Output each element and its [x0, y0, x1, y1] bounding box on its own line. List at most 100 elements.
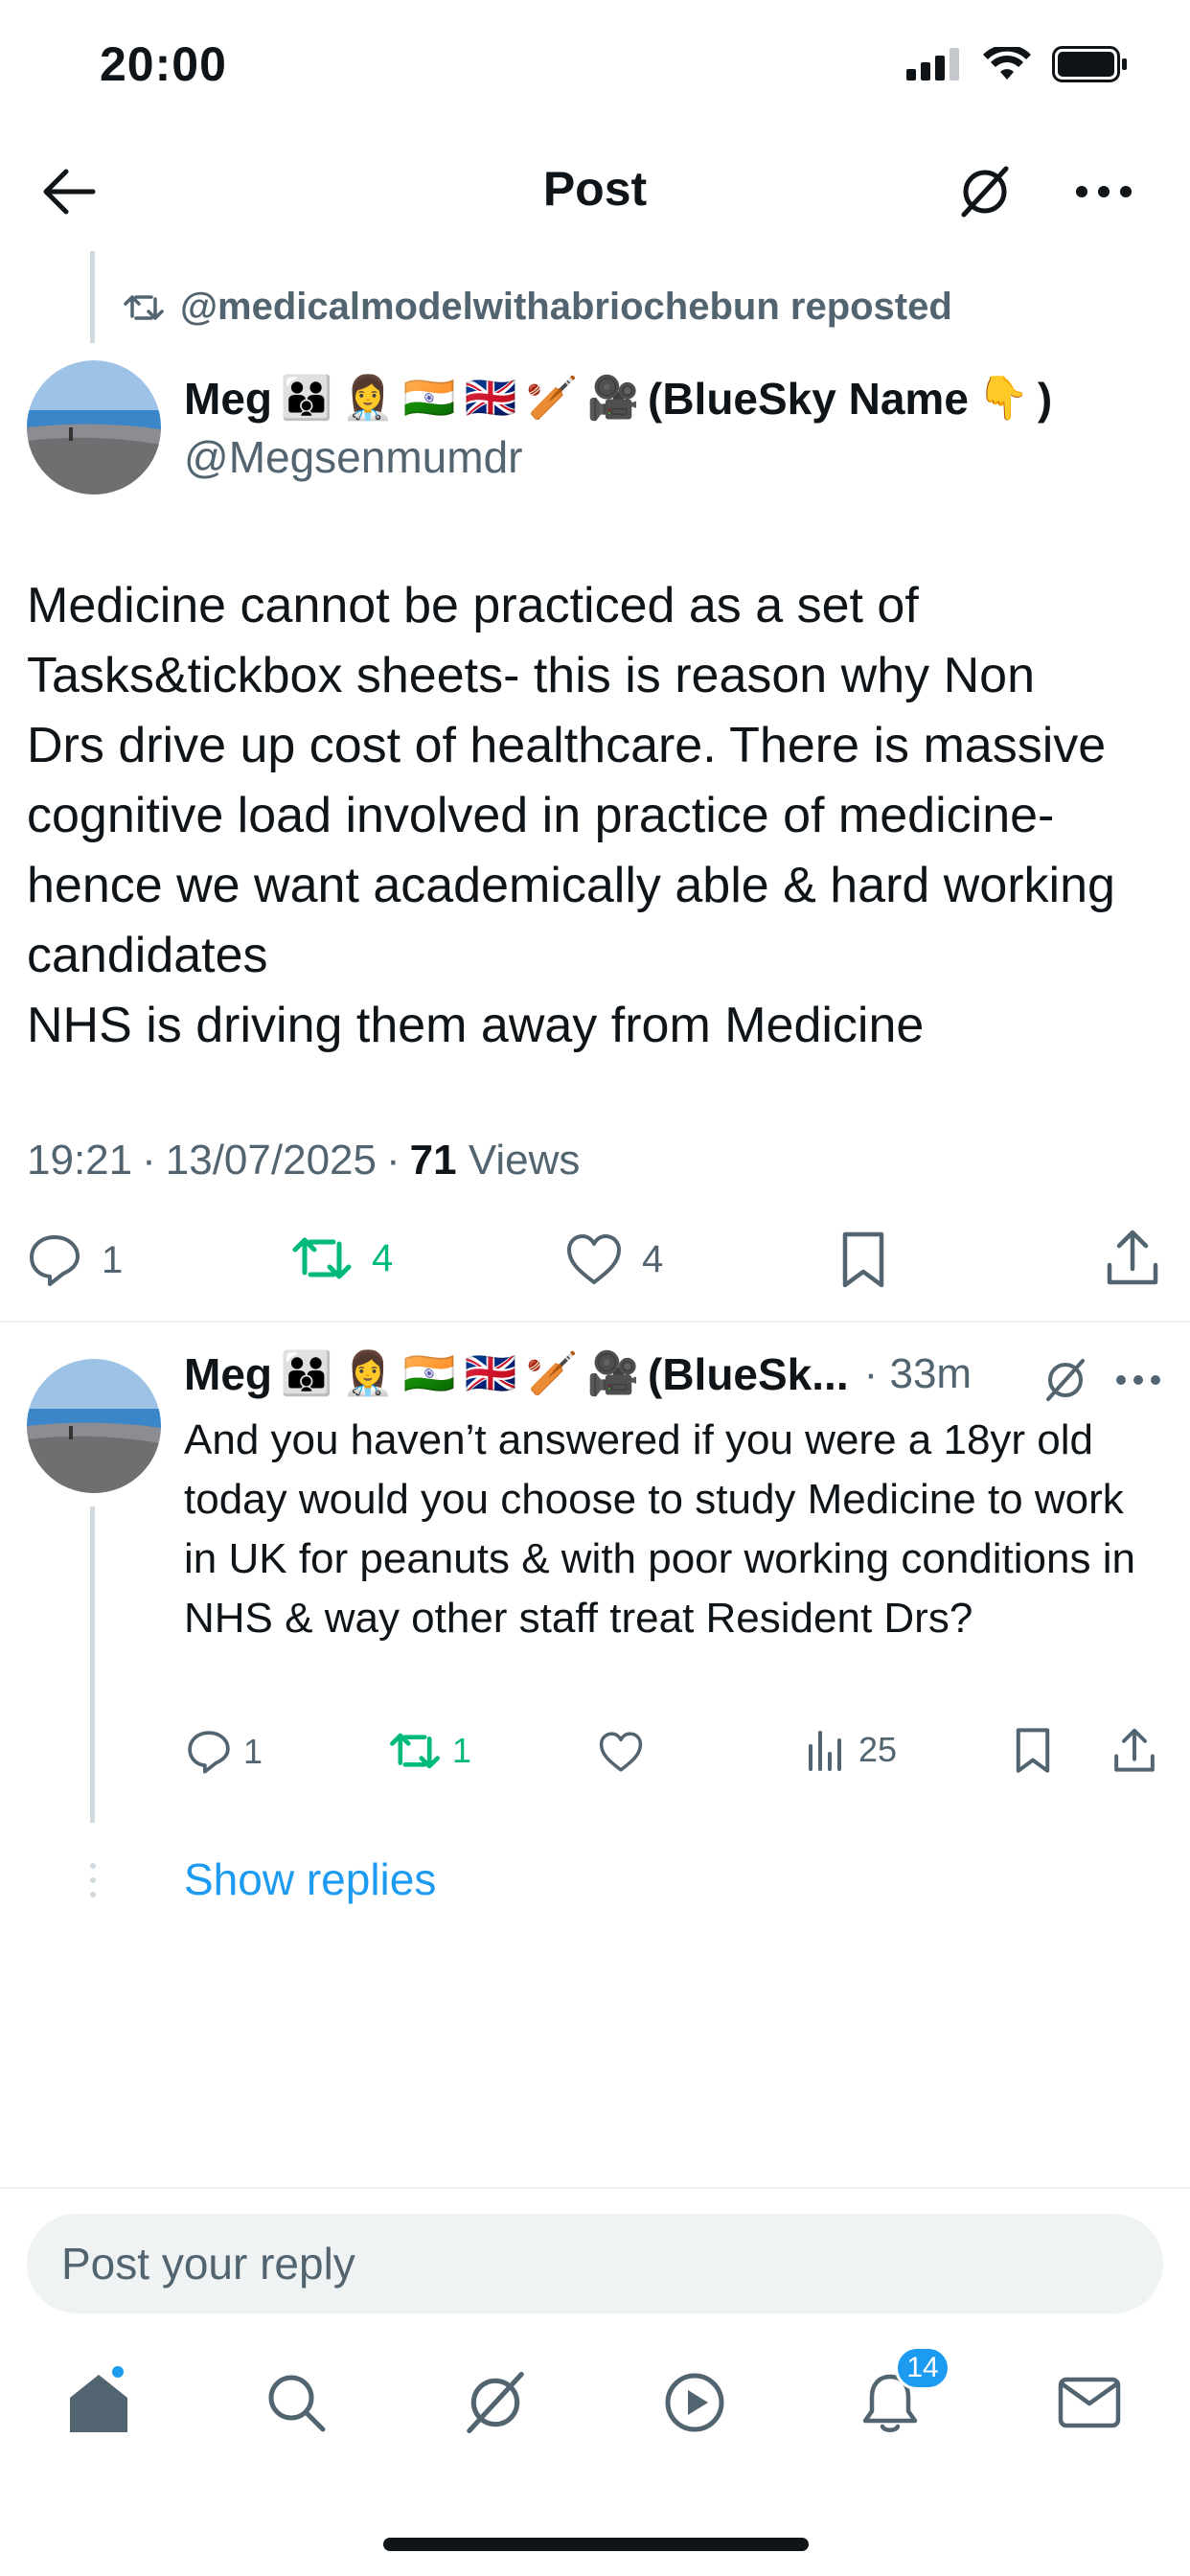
repost-label: @medicalmodelwithabriochebun reposted	[180, 286, 952, 328]
reply-author-truncated: (BlueSk...	[648, 1349, 849, 1399]
repost-icon	[124, 294, 164, 320]
reply-like-button[interactable]	[598, 1731, 655, 1773]
reply-avatar[interactable]	[27, 1359, 161, 1493]
nav-messages[interactable]	[1046, 2359, 1133, 2446]
author-name: Meg	[184, 374, 272, 424]
heart-icon	[567, 1234, 621, 1284]
post-author-name[interactable]: Meg 👪 👩‍⚕️ 🇮🇳 🇬🇧 🏏 🎥 (BlueSky Name 👇 )	[184, 372, 1052, 426]
post-actions: 1 4 4	[0, 1227, 1190, 1300]
share-icon	[1114, 1728, 1155, 1772]
movie-camera-emoji-icon: 🎥	[586, 1350, 640, 1397]
repost-button[interactable]: 4	[291, 1232, 393, 1284]
cellular-signal-icon	[906, 48, 959, 80]
repost-icon	[292, 1237, 352, 1279]
status-bar: 20:00	[0, 0, 1190, 134]
share-button[interactable]	[1106, 1229, 1159, 1288]
like-count: 4	[642, 1237, 664, 1280]
bottom-nav: 14	[0, 2338, 1190, 2472]
grok-icon	[961, 166, 1009, 218]
post-date: 13/07/2025	[165, 1137, 377, 1184]
bookmark-button[interactable]	[839, 1230, 887, 1290]
reply-grok-button[interactable]	[1041, 1355, 1090, 1405]
home-indicator	[383, 2538, 809, 2551]
author-name-suffix: (BlueSky Name	[648, 374, 969, 424]
home-icon	[70, 2375, 127, 2432]
india-flag-icon: 🇮🇳	[402, 1350, 456, 1397]
status-icons	[906, 46, 1129, 82]
nav-grok[interactable]	[452, 2359, 538, 2446]
grok-icon	[1046, 1359, 1085, 1401]
reply-bookmark-button[interactable]	[1014, 1727, 1052, 1775]
grok-icon	[467, 2371, 524, 2434]
reply-author-name: Meg	[184, 1349, 272, 1399]
reply-header[interactable]: Meg 👪 👩‍⚕️ 🇮🇳 🇬🇧 🏏 🎥 (BlueSk... · 33m	[184, 1347, 972, 1401]
mail-icon	[1058, 2377, 1121, 2428]
status-time: 20:00	[100, 37, 227, 91]
reply-views-button[interactable]: 25	[807, 1729, 897, 1771]
share-icon	[1107, 1230, 1158, 1285]
pointing-down-emoji-icon: 👇	[976, 375, 1030, 422]
views-count: 71	[409, 1137, 457, 1184]
author-handle[interactable]: @Megsenmumdr	[184, 431, 522, 483]
more-options-button[interactable]	[1071, 159, 1136, 224]
divider	[0, 1321, 1190, 1322]
heart-icon	[599, 1732, 643, 1772]
wifi-icon	[983, 47, 1031, 80]
uk-flag-icon: 🇬🇧	[464, 1350, 517, 1397]
reply-more-button[interactable]	[1111, 1355, 1165, 1405]
movie-camera-emoji-icon: 🎥	[586, 375, 640, 422]
doctor-emoji-icon: 👩‍⚕️	[341, 375, 395, 422]
divider	[0, 2187, 1190, 2189]
post-views[interactable]: 71 Views	[410, 1137, 581, 1184]
india-flag-icon: 🇮🇳	[402, 375, 456, 422]
play-circle-icon	[665, 2373, 724, 2432]
nav-notifications[interactable]: 14	[847, 2346, 950, 2446]
search-icon	[268, 2375, 326, 2432]
grok-button[interactable]	[952, 159, 1018, 224]
battery-icon	[1052, 46, 1127, 82]
nav-search[interactable]	[253, 2359, 339, 2446]
beach-avatar-image	[27, 360, 161, 494]
views-label: Views	[468, 1137, 581, 1184]
family-emoji-icon: 👪	[280, 375, 333, 422]
doctor-emoji-icon: 👩‍⚕️	[341, 1350, 395, 1397]
reply-actions: 1 1 25	[0, 1725, 1190, 1786]
reply-repost-count: 1	[452, 1731, 472, 1770]
author-name-suffix-end: )	[1037, 374, 1053, 424]
cricket-emoji-icon: 🏏	[525, 375, 579, 422]
top-bar: Post	[0, 134, 1190, 249]
reply-views-count: 25	[858, 1730, 898, 1769]
reply-text: And you haven’t answered if you were a 1…	[184, 1416, 1135, 1642]
post-time: 19:21	[27, 1137, 133, 1184]
reply-time: · 33m	[863, 1350, 973, 1397]
thread-line	[90, 251, 95, 343]
reply-share-button[interactable]	[1113, 1727, 1156, 1775]
reply-icon	[30, 1235, 80, 1286]
beach-avatar-image	[27, 1359, 161, 1493]
analytics-icon	[809, 1731, 841, 1771]
show-replies-link[interactable]: Show replies	[184, 1853, 436, 1905]
like-button[interactable]: 4	[565, 1232, 663, 1286]
bookmark-icon	[842, 1231, 884, 1288]
nav-video[interactable]	[652, 2359, 738, 2446]
reply-input[interactable]: Post your reply	[27, 2214, 1163, 2313]
reply-button[interactable]: 1	[27, 1232, 123, 1288]
repost-context[interactable]: @medicalmodelwithabriochebun reposted	[123, 286, 952, 329]
reply-repost-button[interactable]: 1	[389, 1729, 471, 1773]
nav-home[interactable]	[56, 2359, 142, 2446]
repost-icon	[390, 1733, 440, 1769]
more-horizontal-icon	[1076, 186, 1132, 197]
more-replies-dots	[90, 1863, 96, 1898]
cricket-emoji-icon: 🏏	[525, 1350, 579, 1397]
family-emoji-icon: 👪	[280, 1350, 333, 1397]
avatar[interactable]	[27, 360, 161, 494]
more-horizontal-icon	[1116, 1375, 1160, 1385]
post-meta: 19:21 · 13/07/2025 · 71 Views	[27, 1137, 581, 1184]
reply-icon	[188, 1731, 230, 1774]
reply-reply-button[interactable]: 1	[186, 1729, 263, 1775]
repost-count: 4	[372, 1236, 394, 1279]
post-text: Medicine cannot be practiced as a set of…	[27, 578, 1115, 1053]
bookmark-icon	[1016, 1728, 1050, 1773]
reply-reply-count: 1	[243, 1732, 263, 1771]
reply-count: 1	[102, 1238, 124, 1281]
